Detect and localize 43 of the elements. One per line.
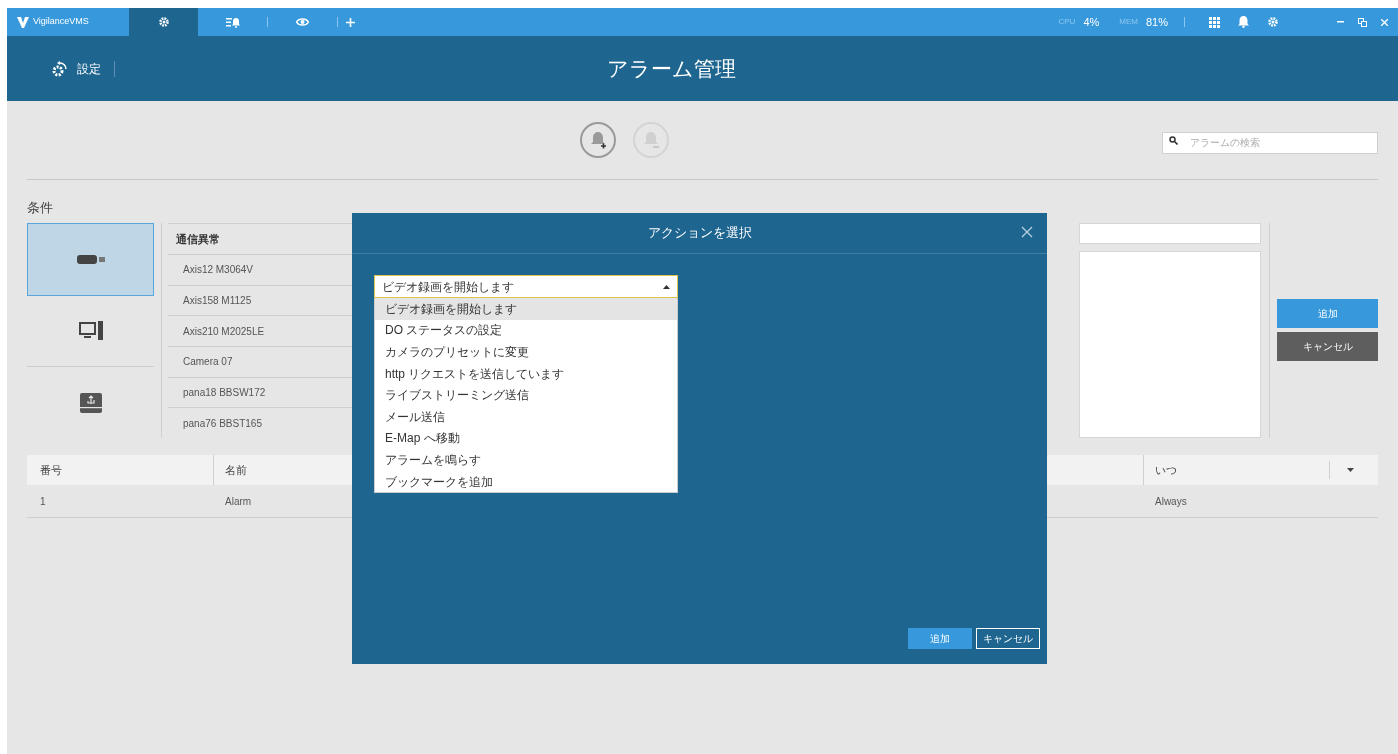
- camera-icon: [76, 254, 105, 264]
- settings-tab[interactable]: [129, 8, 198, 36]
- name-field[interactable]: [1079, 223, 1261, 244]
- caret-icon: [663, 284, 670, 289]
- eye-icon: [296, 18, 309, 26]
- plus-icon: [345, 17, 355, 27]
- mem-value: 81%: [1145, 14, 1168, 30]
- settings-icon[interactable]: [1267, 16, 1279, 28]
- computer-icon: [78, 321, 103, 341]
- table-cell-text: Alarm: [224, 494, 253, 509]
- table-cell-text: 1: [39, 494, 47, 509]
- column-header[interactable]: 番号: [27, 455, 213, 485]
- storage-icon: [78, 391, 103, 414]
- add-alarm-button[interactable]: [580, 122, 616, 158]
- search-field[interactable]: アラームの検索: [1162, 131, 1378, 154]
- settings-back-icon: [51, 59, 69, 78]
- section-label: 条件: [27, 199, 54, 217]
- page-title: アラーム管理: [607, 55, 736, 82]
- logo-icon: [17, 16, 29, 28]
- grid-icon[interactable]: [1209, 16, 1220, 28]
- minimize-icon[interactable]: [1337, 21, 1344, 23]
- column-header[interactable]: いつ: [1143, 455, 1329, 485]
- close-button[interactable]: [1021, 226, 1033, 238]
- action-dropdown[interactable]: ビデオ録画を開始します: [374, 275, 678, 298]
- dialog-title: アクションを選択: [647, 224, 752, 243]
- mem-label: MEM: [1119, 16, 1138, 28]
- cpu-label: CPU: [1058, 16, 1076, 28]
- dropdown-option[interactable]: ビデオ録画を開始します: [375, 298, 677, 320]
- bell-minus-icon: [643, 131, 659, 149]
- restore-icon[interactable]: [1358, 17, 1367, 27]
- cancel-button[interactable]: キャンセル: [1277, 332, 1378, 361]
- cpu-value: 4%: [1083, 14, 1100, 30]
- close-icon[interactable]: [1381, 18, 1388, 26]
- cancel-button[interactable]: キャンセル: [976, 628, 1040, 649]
- table-cell-text: Always: [1154, 494, 1188, 509]
- caret-icon[interactable]: [1347, 468, 1354, 472]
- bell-icon[interactable]: [1238, 16, 1249, 28]
- list-bell-icon: [225, 16, 240, 28]
- gear-icon: [157, 16, 170, 28]
- back-button[interactable]: 設定: [51, 59, 101, 78]
- bell-plus-icon: [590, 131, 606, 149]
- search-icon: [1169, 136, 1178, 145]
- app-name: VigilanceVMS: [33, 15, 89, 29]
